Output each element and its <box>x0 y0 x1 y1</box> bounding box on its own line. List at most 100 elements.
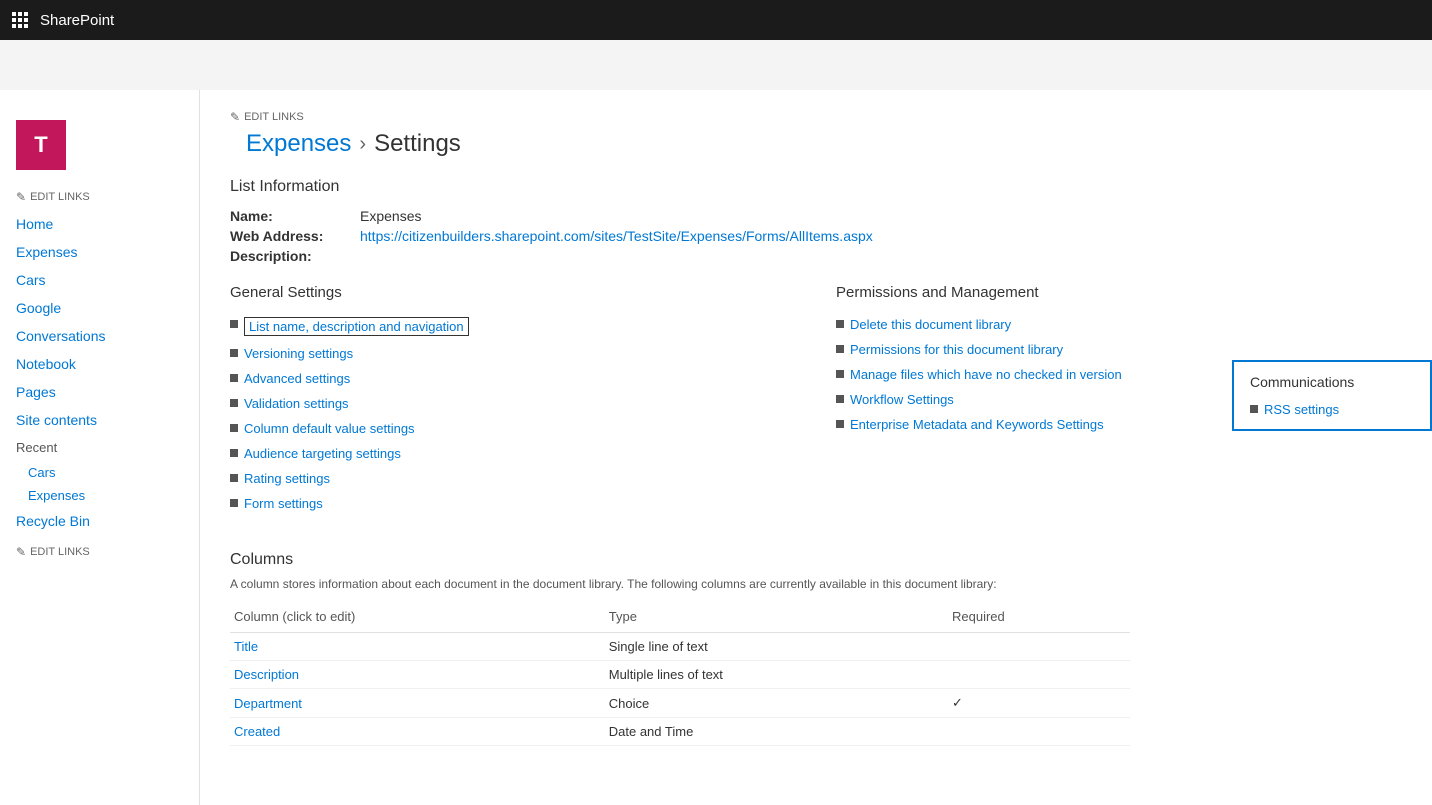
comm-link-0: RSS settings <box>1250 402 1414 417</box>
comm-link-label-0[interactable]: RSS settings <box>1264 402 1339 417</box>
sidebar-item-recycle-bin[interactable]: Recycle Bin <box>0 507 199 535</box>
bullet-7 <box>230 499 238 507</box>
web-address-value: https://citizenbuilders.sharepoint.com/s… <box>360 228 873 244</box>
sidebar-item-pages[interactable]: Pages <box>0 378 199 406</box>
general-link-label-7[interactable]: Form settings <box>244 496 323 511</box>
perm-link-1: Permissions for this document library <box>836 342 1402 357</box>
bullet-6 <box>230 474 238 482</box>
col-type-1: Multiple lines of text <box>605 661 948 689</box>
sidebar-item-conversations[interactable]: Conversations <box>0 322 199 350</box>
name-value: Expenses <box>360 208 421 224</box>
perm-bullet-4 <box>836 420 844 428</box>
general-link-label-3[interactable]: Validation settings <box>244 396 349 411</box>
perm-link-label-2[interactable]: Manage files which have no checked in ve… <box>850 367 1122 382</box>
col-type-3: Date and Time <box>605 718 948 746</box>
perm-link-label-1[interactable]: Permissions for this document library <box>850 342 1063 357</box>
perm-link-label-3[interactable]: Workflow Settings <box>850 392 954 407</box>
general-settings-column: General Settings List name, description … <box>230 284 796 521</box>
col-required-1 <box>948 661 1130 689</box>
perm-bullet-2 <box>836 370 844 378</box>
breadcrumb-current: Settings <box>374 130 461 158</box>
comm-bullet-0 <box>1250 405 1258 413</box>
edit-links-top[interactable]: ✎ EDIT LINKS <box>0 190 199 204</box>
list-info-table: Name: Expenses Web Address: https://citi… <box>230 208 1402 264</box>
edit-links-bottom[interactable]: ✎ EDIT LINKS <box>0 535 199 569</box>
col-header-column: Column (click to edit) <box>230 605 605 633</box>
general-link-label-1[interactable]: Versioning settings <box>244 346 353 361</box>
col-name-0[interactable]: Title <box>230 633 605 661</box>
sidebar-item-notebook[interactable]: Notebook <box>0 350 199 378</box>
description-label: Description: <box>230 248 360 264</box>
sidebar: T ✎ EDIT LINKS Home Expenses Cars Google… <box>0 90 200 805</box>
bullet-4 <box>230 424 238 432</box>
perm-link-label-4[interactable]: Enterprise Metadata and Keywords Setting… <box>850 417 1104 432</box>
general-link-6: Rating settings <box>230 471 796 486</box>
web-address-label: Web Address: <box>230 228 360 244</box>
sidebar-item-recent-cars[interactable]: Cars <box>0 461 199 484</box>
page-header-area: ✎ EDIT LINKS Expenses › Settings <box>230 110 1402 158</box>
communications-panel: Communications RSS settings <box>1232 360 1432 431</box>
columns-table-header: Column (click to edit) Type Required <box>230 605 1130 633</box>
info-row-web-address: Web Address: https://citizenbuilders.sha… <box>230 228 1402 244</box>
breadcrumb-separator: › <box>359 133 366 156</box>
permissions-title: Permissions and Management <box>836 284 1402 301</box>
waffle-icon[interactable] <box>12 12 28 28</box>
settings-grid: General Settings List name, description … <box>230 284 1402 521</box>
site-logo-box: T <box>16 120 66 170</box>
top-navigation-bar: SharePoint <box>0 0 1432 40</box>
columns-table: Column (click to edit) Type Required Tit… <box>230 605 1130 746</box>
table-row: DepartmentChoice✓ <box>230 689 1130 718</box>
pencil-icon-bottom: ✎ <box>16 545 26 559</box>
col-name-2[interactable]: Department <box>230 689 605 718</box>
general-link-label-6[interactable]: Rating settings <box>244 471 330 486</box>
general-link-2: Advanced settings <box>230 371 796 386</box>
columns-section: Columns A column stores information abou… <box>230 551 1402 746</box>
col-required-3 <box>948 718 1130 746</box>
columns-title: Columns <box>230 551 1402 569</box>
pencil-icon-content: ✎ <box>230 110 240 124</box>
list-info-title: List Information <box>230 178 1402 196</box>
bullet-5 <box>230 449 238 457</box>
sidebar-item-google[interactable]: Google <box>0 294 199 322</box>
general-link-label-4[interactable]: Column default value settings <box>244 421 415 436</box>
general-link-label-0[interactable]: List name, description and navigation <box>244 317 469 336</box>
info-row-name: Name: Expenses <box>230 208 1402 224</box>
col-header-type: Type <box>605 605 948 633</box>
pencil-icon-top: ✎ <box>16 190 26 204</box>
general-link-label-5[interactable]: Audience targeting settings <box>244 446 401 461</box>
general-link-label-2[interactable]: Advanced settings <box>244 371 350 386</box>
table-row: CreatedDate and Time <box>230 718 1130 746</box>
perm-bullet-1 <box>836 345 844 353</box>
name-label: Name: <box>230 208 360 224</box>
sidebar-item-recent-expenses[interactable]: Expenses <box>0 484 199 507</box>
perm-link-label-0[interactable]: Delete this document library <box>850 317 1011 332</box>
general-link-0: List name, description and navigation <box>230 317 796 336</box>
sidebar-item-expenses[interactable]: Expenses <box>0 238 199 266</box>
perm-bullet-3 <box>836 395 844 403</box>
recent-label: Recent <box>0 434 199 461</box>
main-content: ✎ EDIT LINKS Expenses › Settings List In… <box>200 90 1432 805</box>
general-settings-title: General Settings <box>230 284 796 301</box>
info-row-description: Description: <box>230 248 1402 264</box>
sidebar-item-home[interactable]: Home <box>0 210 199 238</box>
col-type-0: Single line of text <box>605 633 948 661</box>
sidebar-item-cars[interactable]: Cars <box>0 266 199 294</box>
communications-title: Communications <box>1250 374 1414 390</box>
bullet-0 <box>230 320 238 328</box>
col-name-1[interactable]: Description <box>230 661 605 689</box>
app-title: SharePoint <box>40 12 114 29</box>
general-link-5: Audience targeting settings <box>230 446 796 461</box>
sub-header <box>0 40 1432 90</box>
general-link-3: Validation settings <box>230 396 796 411</box>
table-row: DescriptionMultiple lines of text <box>230 661 1130 689</box>
table-row: TitleSingle line of text <box>230 633 1130 661</box>
general-link-7: Form settings <box>230 496 796 511</box>
bullet-3 <box>230 399 238 407</box>
col-name-3[interactable]: Created <box>230 718 605 746</box>
breadcrumb-parent[interactable]: Expenses <box>246 130 351 158</box>
sidebar-item-site-contents[interactable]: Site contents <box>0 406 199 434</box>
columns-description: A column stores information about each d… <box>230 577 1402 591</box>
edit-links-content-top[interactable]: ✎ EDIT LINKS <box>230 110 1402 124</box>
col-required-2: ✓ <box>948 689 1130 718</box>
bullet-2 <box>230 374 238 382</box>
